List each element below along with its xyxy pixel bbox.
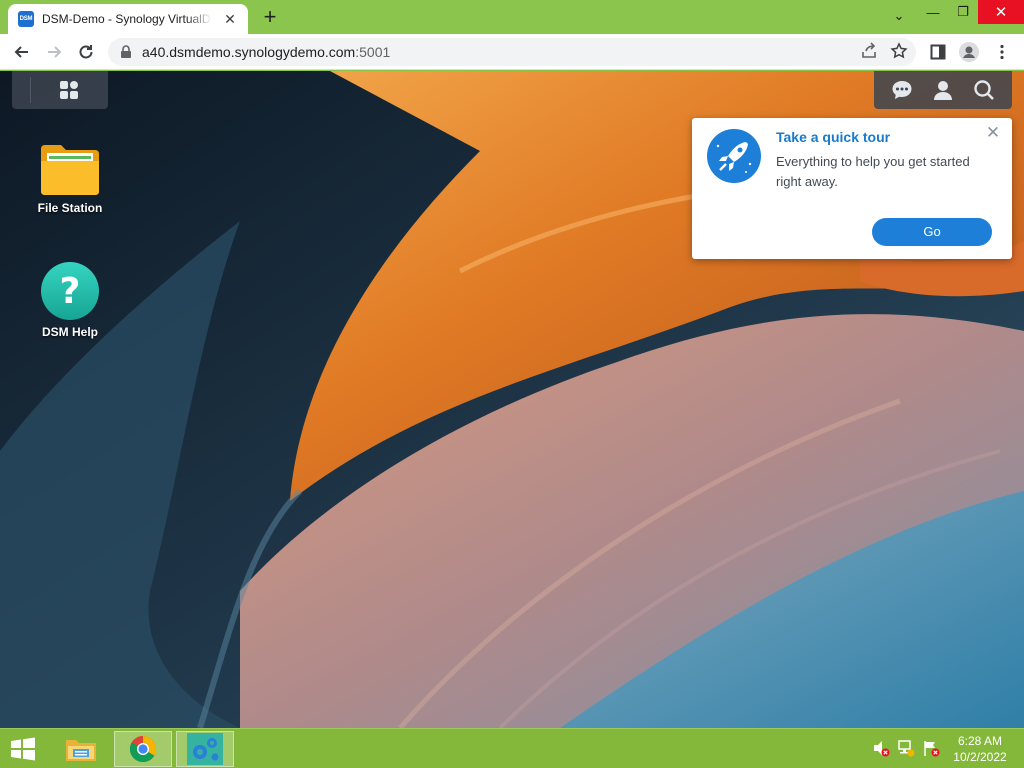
back-arrow-icon bbox=[14, 46, 28, 58]
gears-icon bbox=[187, 733, 223, 765]
url-text: a40.dsmdemo.synologydemo.com:5001 bbox=[142, 44, 390, 60]
taskbar-settings-app[interactable] bbox=[176, 731, 234, 767]
window-minimize-button[interactable]: — bbox=[918, 0, 948, 24]
clock-time: 6:28 AM bbox=[957, 734, 1003, 748]
notifications-chat-icon[interactable] bbox=[891, 79, 913, 101]
tab-title: DSM-Demo - Synology VirtualDSM bbox=[42, 12, 212, 26]
taskbar-chrome[interactable] bbox=[114, 731, 172, 767]
reload-button[interactable] bbox=[74, 40, 98, 64]
windows-taskbar: 6:28 AM 10/2/2022 bbox=[0, 728, 1024, 768]
clock-date: 10/2/2022 bbox=[953, 750, 1007, 764]
kebab-menu-icon bbox=[1000, 44, 1004, 60]
new-tab-button[interactable]: + bbox=[258, 6, 282, 30]
taskbar-file-explorer[interactable] bbox=[52, 731, 110, 767]
tab-search-chevron-icon[interactable]: ⌄ bbox=[884, 4, 914, 28]
dsm-taskbar-left bbox=[12, 71, 108, 109]
taskbar-divider bbox=[30, 77, 31, 103]
address-bar[interactable]: a40.dsmdemo.synologydemo.com:5001 bbox=[108, 38, 916, 66]
side-panel-icon bbox=[930, 44, 946, 60]
profile-avatar-icon bbox=[959, 42, 979, 62]
rocket-icon bbox=[707, 129, 761, 183]
help-glyph: ? bbox=[60, 271, 81, 312]
window-restore-button[interactable]: ❐ bbox=[948, 0, 978, 24]
dsm-favicon-icon: DSM bbox=[18, 11, 34, 27]
url-port: :5001 bbox=[355, 44, 391, 60]
tab-close-icon[interactable]: ✕ bbox=[222, 11, 238, 28]
browser-menu-button[interactable] bbox=[990, 40, 1014, 64]
network-icon[interactable] bbox=[897, 739, 915, 757]
windows-start-button[interactable] bbox=[6, 735, 40, 763]
tour-description: Everything to help you get started right… bbox=[776, 154, 970, 189]
reload-icon bbox=[79, 45, 93, 59]
file-explorer-icon bbox=[66, 740, 96, 761]
browser-titlebar: DSM DSM-Demo - Synology VirtualDSM ✕ + ⌄… bbox=[0, 0, 1024, 34]
bookmark-star-icon[interactable] bbox=[890, 42, 908, 60]
search-icon[interactable] bbox=[973, 79, 995, 101]
tour-title: Take a quick tour bbox=[776, 129, 891, 145]
main-menu-icon[interactable] bbox=[58, 79, 80, 101]
taskbar-clock[interactable]: 6:28 AM 10/2/2022 bbox=[950, 733, 1010, 765]
system-tray bbox=[872, 739, 940, 757]
back-button[interactable] bbox=[10, 40, 34, 64]
help-icon: ? bbox=[41, 262, 99, 320]
folder-icon bbox=[41, 145, 99, 195]
forward-arrow-icon bbox=[48, 46, 62, 58]
forward-button[interactable] bbox=[42, 40, 66, 64]
dsm-help-label: DSM Help bbox=[41, 325, 98, 339]
lock-icon bbox=[121, 45, 131, 58]
dsm-desktop[interactable]: File Station ? DSM Help Take a quick tou… bbox=[0, 71, 1024, 728]
browser-tab-active[interactable]: DSM DSM-Demo - Synology VirtualDSM ✕ bbox=[8, 4, 248, 34]
quick-tour-popup: Take a quick tour Everything to help you… bbox=[692, 118, 1012, 259]
window-close-button[interactable]: ✕ bbox=[978, 0, 1024, 24]
user-options-icon[interactable] bbox=[932, 79, 954, 101]
side-panel-button[interactable] bbox=[926, 40, 950, 64]
browser-toolbar: a40.dsmdemo.synologydemo.com:5001 bbox=[0, 34, 1024, 70]
volume-muted-icon[interactable] bbox=[872, 739, 890, 757]
desktop-shortcut-file-station[interactable]: File Station bbox=[25, 141, 115, 215]
action-center-flag-icon[interactable] bbox=[922, 739, 940, 757]
tour-close-button[interactable]: ✕ bbox=[985, 124, 1001, 141]
share-icon[interactable] bbox=[860, 42, 878, 60]
chrome-icon bbox=[129, 735, 157, 763]
profile-button[interactable] bbox=[957, 40, 981, 64]
url-host: a40.dsmdemo.synologydemo.com bbox=[142, 44, 356, 60]
desktop-shortcut-dsm-help[interactable]: ? DSM Help bbox=[25, 261, 115, 339]
file-station-label: File Station bbox=[37, 201, 103, 215]
dsm-taskbar-right bbox=[874, 71, 1012, 109]
omnibox-actions bbox=[860, 42, 908, 60]
tour-go-button[interactable]: Go bbox=[872, 218, 992, 246]
